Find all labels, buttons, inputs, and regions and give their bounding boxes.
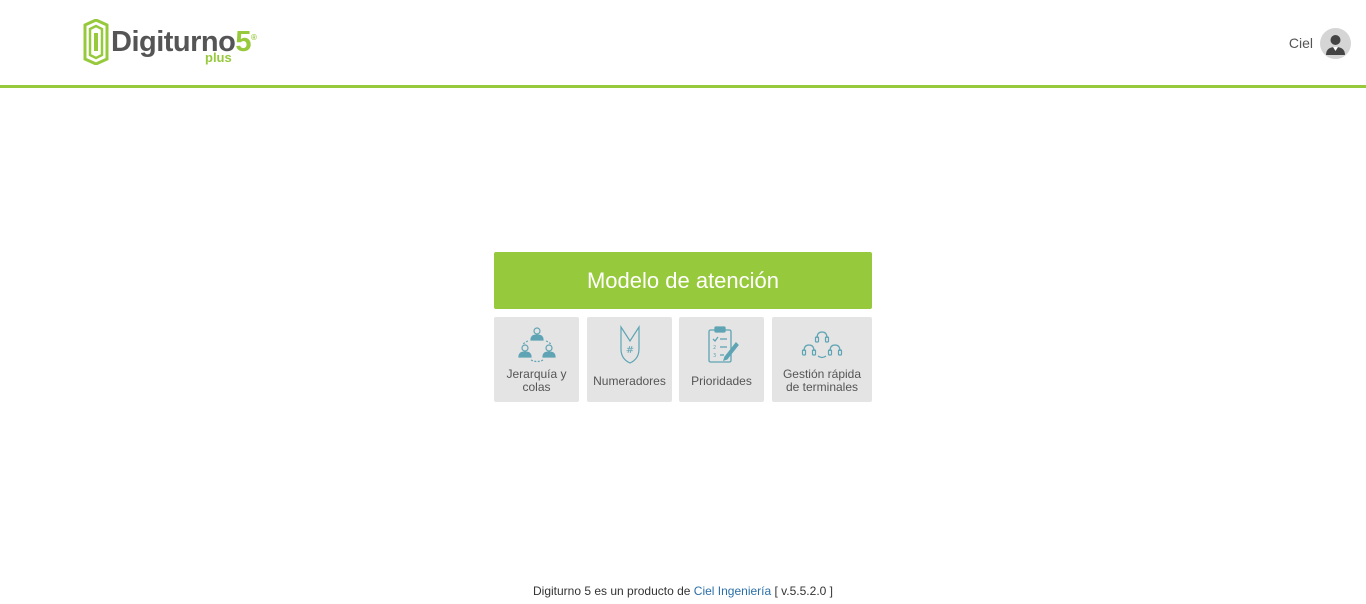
user-name: Ciel <box>1288 35 1313 51</box>
tiles-grid: Jerarquía y colas # Numeradores 2 3 Prio… <box>494 317 872 402</box>
logo-edition: plus <box>205 50 232 65</box>
numerator-ticket-icon: # <box>618 325 642 365</box>
logo-wordmark: Digiturno5® plus <box>111 26 257 65</box>
headset-agents-icon <box>801 325 843 365</box>
hierarchy-users-icon <box>517 325 557 365</box>
footer: Digiturno 5 es un producto de Ciel Ingen… <box>0 584 1366 598</box>
person-icon <box>1326 34 1345 55</box>
logo-mark-icon <box>83 19 109 65</box>
attention-model-title[interactable]: Modelo de atención <box>494 252 872 309</box>
svg-text:2: 2 <box>713 345 716 351</box>
company-link[interactable]: Ciel Ingeniería <box>694 584 771 598</box>
tile-label: Prioridades <box>691 374 752 388</box>
digiturno-logo[interactable]: Digiturno5® plus <box>82 18 262 66</box>
tile-priorities[interactable]: 2 3 Prioridades <box>679 317 764 402</box>
svg-text:3: 3 <box>713 353 716 359</box>
tile-label: Gestión rápida de terminales <box>782 367 862 394</box>
clipboard-priority-icon: 2 3 <box>705 325 739 365</box>
tile-quick-terminal-management[interactable]: Gestión rápida de terminales <box>772 317 872 402</box>
attention-model-panel: Modelo de atención Jerarquía y colas # N… <box>494 252 872 402</box>
tile-hierarchy-queues[interactable]: Jerarquía y colas <box>494 317 579 402</box>
tile-label: Jerarquía y colas <box>506 367 567 394</box>
user-menu[interactable]: Ciel <box>1289 27 1351 59</box>
tile-numerators[interactable]: # Numeradores <box>587 317 672 402</box>
header: Digiturno5® plus Ciel <box>0 0 1366 88</box>
tile-label: Numeradores <box>593 374 666 388</box>
version-text: [ v.5.5.2.0 ] <box>774 584 833 598</box>
svg-text:#: # <box>625 345 633 356</box>
footer-text: Digiturno 5 es un producto de <box>533 584 691 598</box>
user-avatar-icon[interactable] <box>1320 27 1351 59</box>
